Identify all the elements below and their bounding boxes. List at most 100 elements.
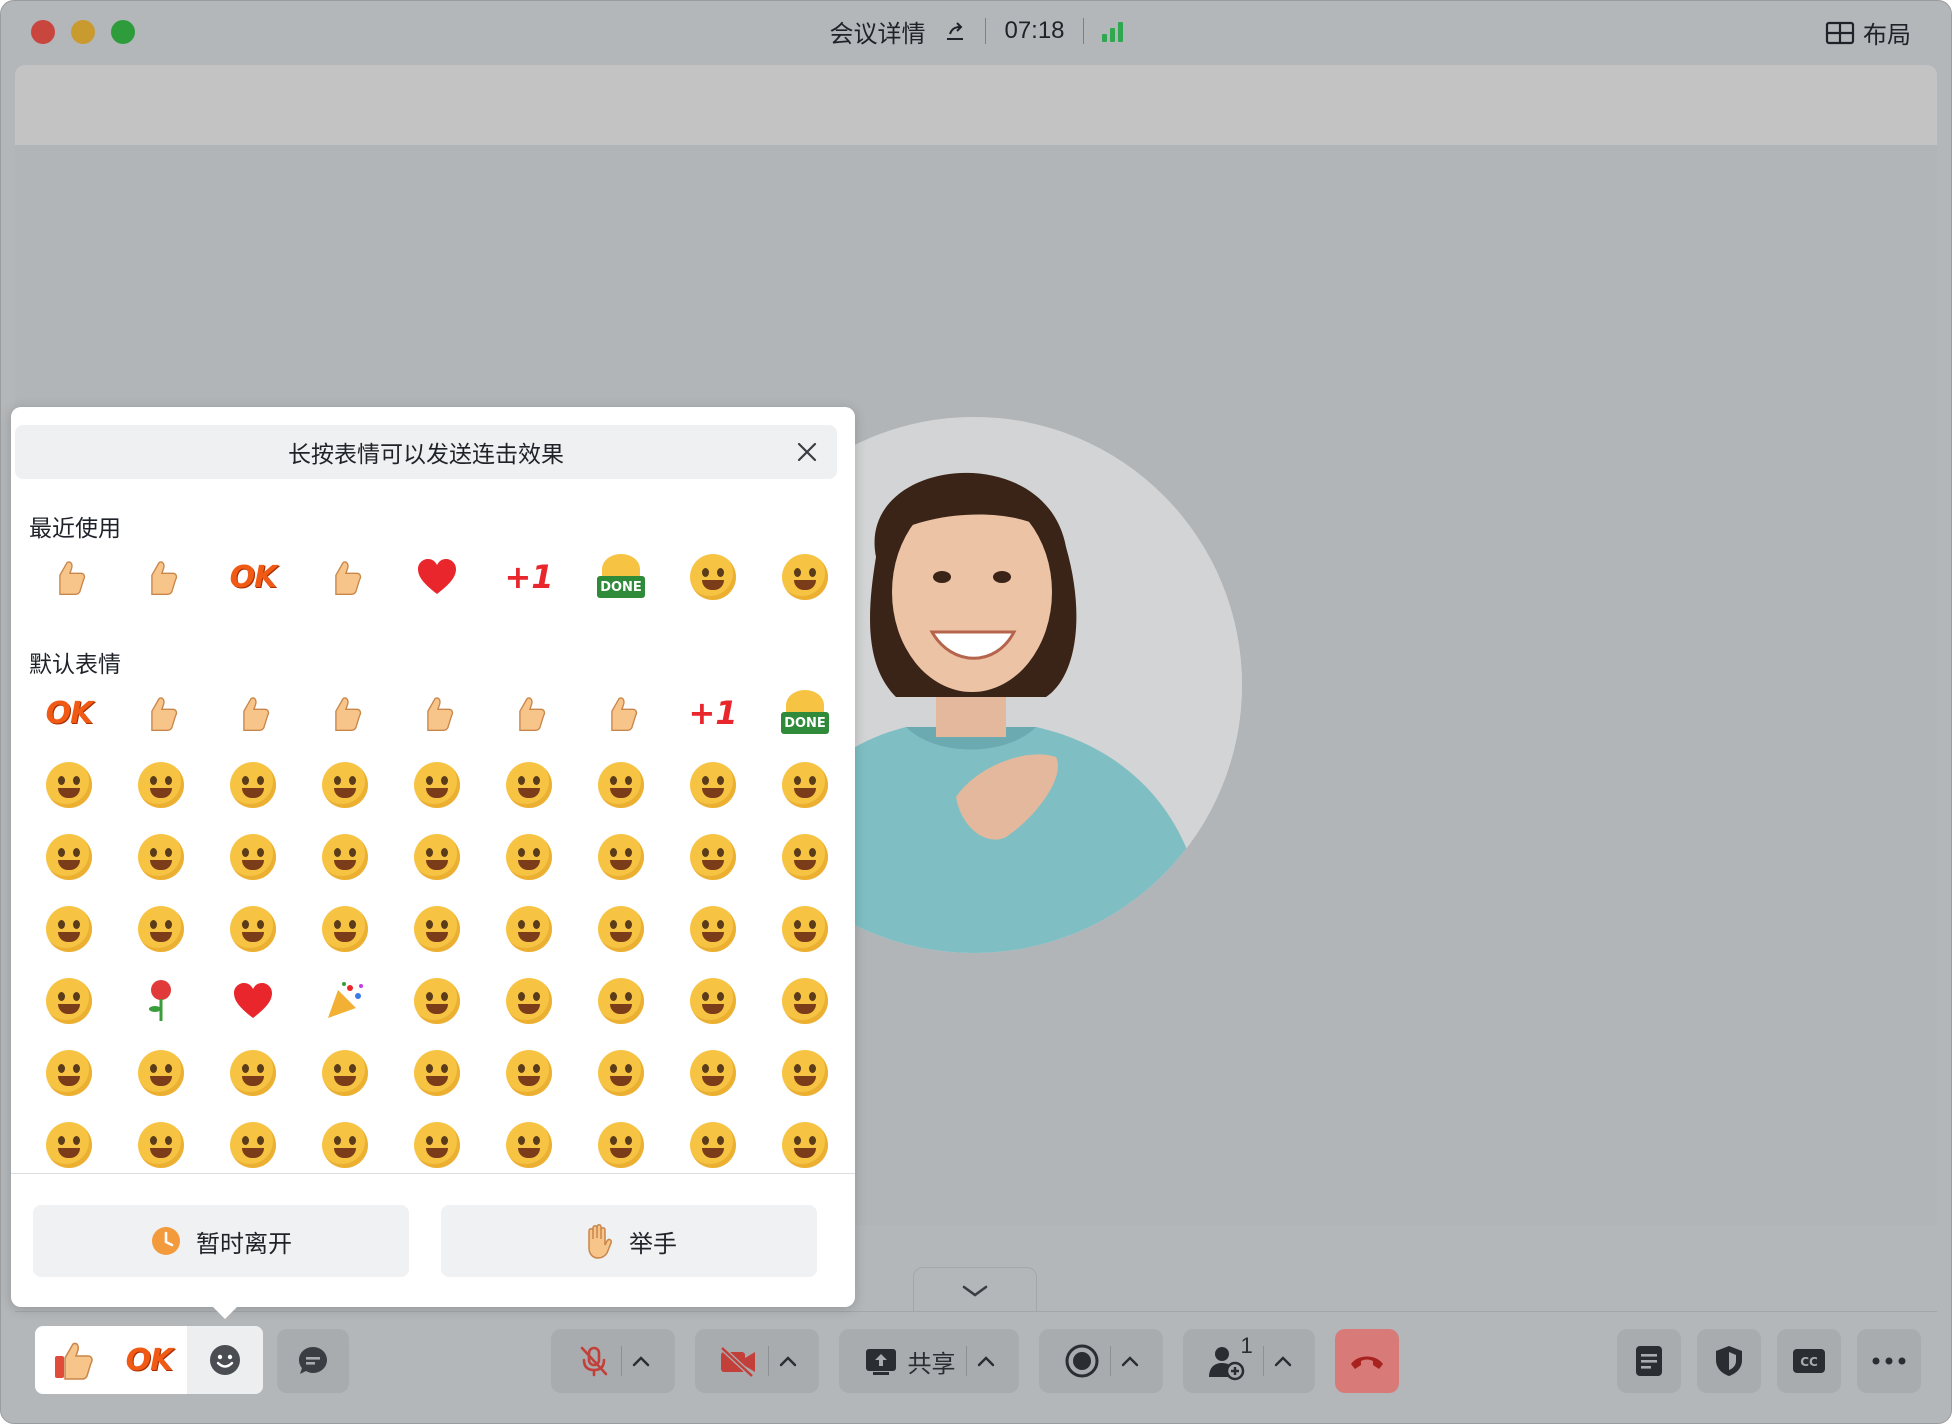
emoji-sweat-smile[interactable]	[391, 1037, 483, 1109]
emoji-muscle[interactable]	[299, 677, 391, 749]
captions-button[interactable]: CC	[1777, 1329, 1841, 1393]
emoji-thinking[interactable]	[207, 821, 299, 893]
emoji-silly[interactable]	[391, 965, 483, 1037]
emoji-wink-tongue[interactable]	[23, 821, 115, 893]
emoji-scared[interactable]	[483, 893, 575, 965]
chevron-up-icon[interactable]	[977, 1355, 995, 1367]
emoji-pray[interactable]	[207, 677, 299, 749]
emoji-flushed[interactable]	[667, 1109, 759, 1181]
participants-control[interactable]: 1	[1183, 1329, 1315, 1393]
emoji-cry[interactable]	[575, 821, 667, 893]
emoji-muscle[interactable]	[23, 541, 115, 613]
emoji-tape-mouth[interactable]	[759, 1109, 851, 1181]
emoji-heart[interactable]	[391, 541, 483, 613]
emoji-+1[interactable]: +1	[667, 677, 759, 749]
emoji-smirk[interactable]	[759, 821, 851, 893]
emoji-husky[interactable]	[759, 893, 851, 965]
emoji-smile-closed[interactable]	[667, 965, 759, 1037]
record-control[interactable]	[1039, 1329, 1163, 1393]
emoji-blush[interactable]	[115, 749, 207, 821]
emoji-rose[interactable]	[115, 965, 207, 1037]
emoji-furious[interactable]	[575, 1109, 667, 1181]
emoji-bleed[interactable]	[299, 893, 391, 965]
emoji-shy-laugh[interactable]	[575, 965, 667, 1037]
share-screen-control[interactable]: 共享	[839, 1329, 1019, 1393]
emoji-heart-eyes-2[interactable]	[759, 1037, 851, 1109]
emoji-+1[interactable]: +1	[483, 541, 575, 613]
chevron-up-icon[interactable]	[1274, 1355, 1292, 1367]
emoji-rofl[interactable]	[207, 1037, 299, 1109]
emoji-laugh-cry[interactable]	[759, 541, 851, 613]
emoji-dizzy-face[interactable]	[23, 1109, 115, 1181]
emoji-love[interactable]	[759, 749, 851, 821]
camera-control[interactable]	[695, 1329, 819, 1393]
emoji-clap[interactable]	[115, 541, 207, 613]
emoji-DONE[interactable]: DONE	[759, 677, 851, 749]
emoji-clap[interactable]	[483, 677, 575, 749]
emoji-dizzy[interactable]	[483, 821, 575, 893]
emoji-picker-button[interactable]	[187, 1326, 263, 1394]
microphone-control[interactable]	[551, 1329, 675, 1393]
emoji-angry[interactable]	[483, 1109, 575, 1181]
emoji-thumbs-up[interactable]	[299, 541, 391, 613]
participants-icon[interactable]: 1	[1207, 1333, 1253, 1381]
emoji-sneer[interactable]	[483, 965, 575, 1037]
emoji-cool[interactable]	[115, 821, 207, 893]
emoji-red-heart[interactable]	[207, 965, 299, 1037]
emoji-yellow-ball[interactable]	[667, 893, 759, 965]
security-button[interactable]	[1697, 1329, 1761, 1393]
camera-off-icon[interactable]	[718, 1344, 758, 1378]
emoji-wave-laugh[interactable]	[115, 1037, 207, 1109]
collapse-toolbar-tab[interactable]	[913, 1267, 1037, 1313]
meeting-details-link[interactable]: 会议详情	[829, 14, 925, 49]
signal-strength-icon[interactable]	[1101, 20, 1123, 42]
emoji-star-eyes[interactable]	[759, 965, 851, 1037]
chat-button[interactable]	[277, 1329, 349, 1393]
thumbs-up-reaction-button[interactable]	[35, 1326, 111, 1394]
emoji-thumbs-up[interactable]	[115, 677, 207, 749]
emoji-DONE[interactable]: DONE	[575, 541, 667, 613]
end-call-button[interactable]	[1335, 1329, 1399, 1393]
chevron-up-icon[interactable]	[779, 1355, 797, 1367]
emoji-big-laugh[interactable]	[391, 749, 483, 821]
emoji-shocked[interactable]	[391, 821, 483, 893]
emoji-smirk-laugh[interactable]	[483, 749, 575, 821]
raise-hand-button[interactable]: 举手	[441, 1205, 817, 1277]
chevron-up-icon[interactable]	[632, 1355, 650, 1367]
emoji-crazy[interactable]	[115, 1109, 207, 1181]
emoji-black-dot[interactable]	[391, 893, 483, 965]
emoji-fist-bump[interactable]	[575, 677, 667, 749]
emoji-party-popper[interactable]	[299, 965, 391, 1037]
emoji-kiss-heart[interactable]	[575, 1037, 667, 1109]
emoji-OK[interactable]: OK	[23, 677, 115, 749]
emoji-heart-eyes[interactable]	[667, 1037, 759, 1109]
emoji-grin[interactable]	[299, 749, 391, 821]
emoji-kiss[interactable]	[483, 1037, 575, 1109]
record-icon[interactable]	[1064, 1343, 1100, 1379]
share-out-icon[interactable]	[943, 19, 967, 43]
emoji-yawn[interactable]	[391, 1109, 483, 1181]
layout-button[interactable]: 布局	[1825, 15, 1911, 50]
more-options-button[interactable]	[1857, 1329, 1921, 1393]
emoji-peek[interactable]	[299, 1109, 391, 1181]
emoji-happy[interactable]	[207, 749, 299, 821]
emoji-grin-wide[interactable]	[23, 1037, 115, 1109]
emoji-grin[interactable]	[667, 541, 759, 613]
notes-button[interactable]	[1617, 1329, 1681, 1393]
emoji-tears-joy[interactable]	[299, 1037, 391, 1109]
emoji-black-blob[interactable]	[575, 893, 667, 965]
close-icon[interactable]	[795, 440, 819, 464]
emoji-finger-heart[interactable]	[391, 677, 483, 749]
emoji-sulk[interactable]	[23, 893, 115, 965]
chevron-up-icon[interactable]	[1121, 1355, 1139, 1367]
emoji-facepalm[interactable]	[667, 821, 759, 893]
mic-off-icon[interactable]	[577, 1344, 611, 1378]
emoji-smile[interactable]	[23, 749, 115, 821]
emoji-meh[interactable]	[115, 893, 207, 965]
ok-reaction-button[interactable]: OK	[111, 1326, 187, 1394]
emoji-joy[interactable]	[575, 749, 667, 821]
emoji-sob-laugh[interactable]	[667, 749, 759, 821]
emoji-smug[interactable]	[299, 821, 391, 893]
emoji-OK[interactable]: OK	[207, 541, 299, 613]
step-away-button[interactable]: 暂时离开	[33, 1205, 409, 1277]
